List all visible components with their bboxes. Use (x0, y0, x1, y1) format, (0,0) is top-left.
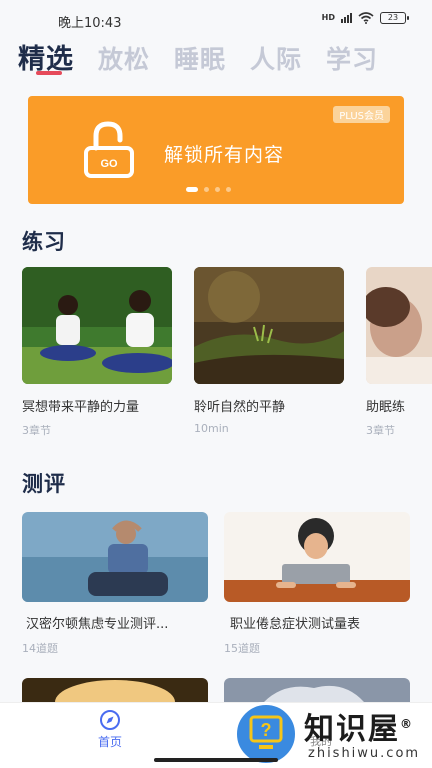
svg-text:?: ? (261, 720, 272, 740)
banner-pager (186, 187, 231, 192)
pager-dot (215, 187, 220, 192)
assessment-meta: 15道题 (224, 642, 260, 655)
banner-text: 解锁所有内容 (164, 144, 285, 166)
pager-dot (204, 187, 209, 192)
assessment-card[interactable]: 职业倦怠症状测试量表 15道题 (224, 512, 410, 662)
practice-title: 冥想带来平静的力量 (22, 400, 140, 415)
battery-icon: 23 (380, 12, 409, 24)
watermark-domain: zhishiwu.com (308, 746, 421, 761)
nav-home[interactable]: 首页 (90, 709, 130, 750)
sleep-image (366, 267, 432, 384)
assessment-card[interactable]: 汉密尔顿焦虑专业测评... 14道题 (22, 512, 208, 662)
practice-meta: 10min (194, 422, 229, 435)
plus-member-badge: PLUS会员 (333, 106, 390, 123)
meditation-image (22, 267, 172, 384)
pager-dot (186, 187, 198, 192)
tab-study[interactable]: 学习 (326, 40, 378, 84)
unlock-icon: GO (84, 121, 134, 178)
hd-icon: HD (321, 13, 335, 22)
assessment-card-partial[interactable] (22, 678, 208, 702)
status-icons: HD 23 (321, 12, 409, 24)
anxiety-image (22, 512, 208, 602)
nav-home-label: 首页 (97, 735, 122, 749)
assessment-card-partial[interactable] (224, 678, 410, 702)
lock-go-label: GO (100, 158, 118, 170)
practice-meta: 3章节 (22, 424, 51, 437)
section-title-assessment: 测评 (22, 472, 66, 496)
unlock-banner[interactable]: PLUS会员 GO 解锁所有内容 (28, 96, 404, 204)
tab-featured[interactable]: 精选 (18, 40, 74, 84)
watermark-brand: 知识屋® (304, 712, 414, 747)
watermark-logo: ? (234, 702, 298, 766)
practice-card[interactable]: 冥想带来平静的力量 3章节 (22, 267, 172, 437)
tab-relax[interactable]: 放松 (98, 40, 150, 84)
home-indicator (154, 758, 278, 762)
burnout-image (224, 512, 410, 602)
practice-card[interactable]: 聆听自然的平静 10min (194, 267, 344, 437)
pager-dot (226, 187, 231, 192)
category-tabs: 精选 放松 睡眠 人际 学习 (18, 40, 432, 84)
tab-sleep[interactable]: 睡眠 (174, 40, 226, 84)
practice-title: 助眠练 (366, 400, 406, 415)
assessment-title: 汉密尔顿焦虑专业测评... (26, 617, 169, 632)
signal-icon (341, 13, 352, 23)
practice-card[interactable]: 助眠练 3章节 (366, 267, 432, 437)
section-title-practice: 练习 (22, 230, 66, 254)
nature-image (194, 267, 344, 384)
assessment-title: 职业倦怠症状测试量表 (230, 617, 361, 632)
compass-icon (100, 710, 120, 730)
status-time: 晚上10:43 (58, 16, 122, 31)
status-bar: 晚上10:43 HD 23 (0, 0, 432, 36)
practice-meta: 3章节 (366, 424, 395, 437)
assessment-meta: 14道题 (22, 642, 58, 655)
practice-title: 聆听自然的平静 (194, 400, 286, 415)
tab-social[interactable]: 人际 (250, 40, 302, 84)
wifi-icon (358, 12, 374, 24)
